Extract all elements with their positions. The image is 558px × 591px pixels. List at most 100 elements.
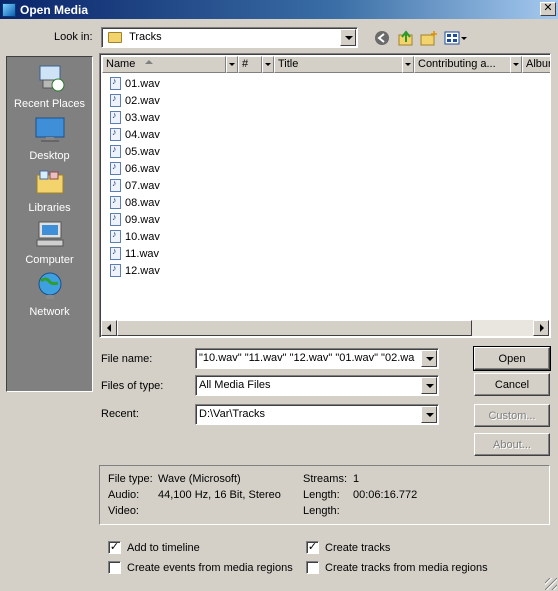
wav-file-icon bbox=[110, 212, 121, 226]
info-filetype-label: File type: bbox=[108, 473, 153, 485]
files-of-type-label: Files of type: bbox=[101, 380, 164, 392]
list-item[interactable]: 04.wav bbox=[110, 126, 160, 143]
place-computer[interactable]: Computer bbox=[7, 219, 92, 266]
wav-file-icon bbox=[110, 144, 121, 158]
list-item[interactable]: 05.wav bbox=[110, 143, 160, 160]
wav-file-icon bbox=[110, 195, 121, 209]
file-name-value[interactable]: "10.wav" "11.wav" "12.wav" "01.wav" "02.… bbox=[199, 352, 418, 364]
list-item[interactable]: 08.wav bbox=[110, 194, 160, 211]
file-name: 05.wav bbox=[125, 145, 160, 158]
info-streams-value: 1 bbox=[353, 473, 360, 485]
list-item[interactable]: 09.wav bbox=[110, 211, 160, 228]
checkbox-box[interactable]: ✓ bbox=[108, 541, 121, 554]
scroll-left-button[interactable] bbox=[101, 320, 117, 336]
column-header-album[interactable]: Albur bbox=[522, 56, 550, 73]
wav-file-icon bbox=[110, 178, 121, 192]
place-label: Computer bbox=[25, 254, 74, 266]
list-item[interactable]: 10.wav bbox=[110, 228, 160, 245]
checkbox-box[interactable]: ✓ bbox=[306, 541, 319, 554]
file-name: 09.wav bbox=[125, 213, 160, 226]
up-folder-button[interactable] bbox=[396, 28, 416, 48]
chevron-down-icon[interactable] bbox=[421, 350, 437, 367]
cancel-button[interactable]: Cancel bbox=[474, 373, 550, 396]
column-header-contributing[interactable]: Contributing a... bbox=[414, 56, 514, 73]
scroll-right-button[interactable] bbox=[533, 320, 549, 336]
recent-places-icon bbox=[39, 65, 64, 92]
info-length-value: 00:06:16.772 bbox=[353, 489, 418, 501]
file-name: 01.wav bbox=[125, 77, 160, 90]
computer-icon bbox=[36, 221, 63, 247]
file-name-combo[interactable]: "10.wav" "11.wav" "12.wav" "01.wav" "02.… bbox=[195, 348, 439, 369]
info-audio-label: Audio: bbox=[108, 489, 140, 501]
open-button[interactable]: Open bbox=[473, 346, 551, 371]
list-item[interactable]: 12.wav bbox=[110, 262, 160, 279]
column-dropdown-title[interactable] bbox=[402, 56, 414, 73]
place-network[interactable]: Network bbox=[7, 271, 92, 318]
new-folder-button[interactable] bbox=[419, 28, 439, 48]
list-item[interactable]: 01.wav bbox=[110, 75, 160, 92]
network-icon bbox=[38, 272, 61, 299]
new-folder-icon bbox=[420, 31, 437, 46]
window-title: Open Media bbox=[20, 2, 89, 17]
column-header-name[interactable]: Name bbox=[102, 56, 226, 73]
list-item[interactable]: 07.wav bbox=[110, 177, 160, 194]
recent-combo[interactable]: D:\Var\Tracks bbox=[195, 404, 439, 425]
sort-ascending-icon bbox=[145, 60, 153, 64]
wav-file-icon bbox=[110, 161, 121, 175]
custom-button[interactable]: Custom... bbox=[474, 404, 550, 427]
list-item[interactable]: 02.wav bbox=[110, 92, 160, 109]
wav-file-icon bbox=[110, 246, 121, 260]
resize-grip[interactable] bbox=[545, 578, 557, 590]
column-header-title[interactable]: Title bbox=[274, 56, 414, 73]
chevron-down-icon[interactable] bbox=[421, 377, 437, 394]
file-name: 03.wav bbox=[125, 111, 160, 124]
list-item[interactable]: 06.wav bbox=[110, 160, 160, 177]
app-icon bbox=[2, 2, 16, 17]
back-icon bbox=[375, 31, 389, 45]
info-video-length-label: Length: bbox=[303, 505, 340, 517]
horizontal-scrollbar[interactable] bbox=[101, 320, 549, 336]
checkbox-label: Create tracks from media regions bbox=[325, 561, 488, 574]
file-list[interactable]: Name # Title Contributing a... Albur 01.… bbox=[99, 53, 551, 338]
file-name: 02.wav bbox=[125, 94, 160, 107]
create-tracks-from-regions-checkbox[interactable]: Create tracks from media regions bbox=[306, 561, 488, 574]
scrollbar-thumb[interactable] bbox=[117, 320, 472, 336]
place-label: Libraries bbox=[28, 202, 71, 214]
place-desktop[interactable]: Desktop bbox=[7, 115, 92, 162]
look-in-combo[interactable]: Tracks bbox=[101, 27, 358, 48]
checkbox-box[interactable] bbox=[306, 561, 319, 574]
file-name: 12.wav bbox=[125, 264, 160, 277]
wav-file-icon bbox=[110, 263, 121, 277]
column-dropdown-contributing[interactable] bbox=[510, 56, 522, 73]
place-recent-places[interactable]: Recent Places bbox=[7, 63, 92, 110]
places-bar: Recent Places Desktop Libraries Computer… bbox=[6, 56, 93, 392]
file-name: 10.wav bbox=[125, 230, 160, 243]
place-libraries[interactable]: Libraries bbox=[7, 167, 92, 214]
file-name: 08.wav bbox=[125, 196, 160, 209]
list-item[interactable]: 03.wav bbox=[110, 109, 160, 126]
info-streams-label: Streams: bbox=[303, 473, 348, 485]
checkbox-box[interactable] bbox=[108, 561, 121, 574]
column-dropdown-number[interactable] bbox=[262, 56, 274, 73]
close-button[interactable]: ✕ bbox=[540, 2, 556, 16]
desktop-icon bbox=[35, 117, 64, 142]
checkbox-label: Create tracks bbox=[325, 541, 391, 554]
file-name: 04.wav bbox=[125, 128, 160, 141]
chevron-down-icon[interactable] bbox=[340, 29, 356, 46]
files-of-type-combo[interactable]: All Media Files bbox=[195, 375, 439, 396]
add-to-timeline-checkbox[interactable]: ✓ Add to timeline bbox=[108, 541, 200, 554]
file-name-label: File name: bbox=[101, 353, 153, 365]
recent-label: Recent: bbox=[101, 408, 139, 420]
back-button[interactable] bbox=[372, 28, 392, 48]
create-events-checkbox[interactable]: Create events from media regions bbox=[108, 561, 293, 574]
about-button[interactable]: About... bbox=[474, 433, 550, 456]
view-menu-button[interactable] bbox=[443, 28, 469, 48]
column-dropdown-name[interactable] bbox=[226, 56, 238, 73]
chevron-down-icon[interactable] bbox=[421, 406, 437, 423]
list-item[interactable]: 11.wav bbox=[110, 245, 159, 262]
column-header-number[interactable]: # bbox=[238, 56, 262, 73]
create-tracks-checkbox[interactable]: ✓ Create tracks bbox=[306, 541, 390, 554]
recent-value: D:\Var\Tracks bbox=[199, 408, 266, 420]
info-filetype-value: Wave (Microsoft) bbox=[158, 473, 241, 485]
wav-file-icon bbox=[110, 93, 121, 107]
